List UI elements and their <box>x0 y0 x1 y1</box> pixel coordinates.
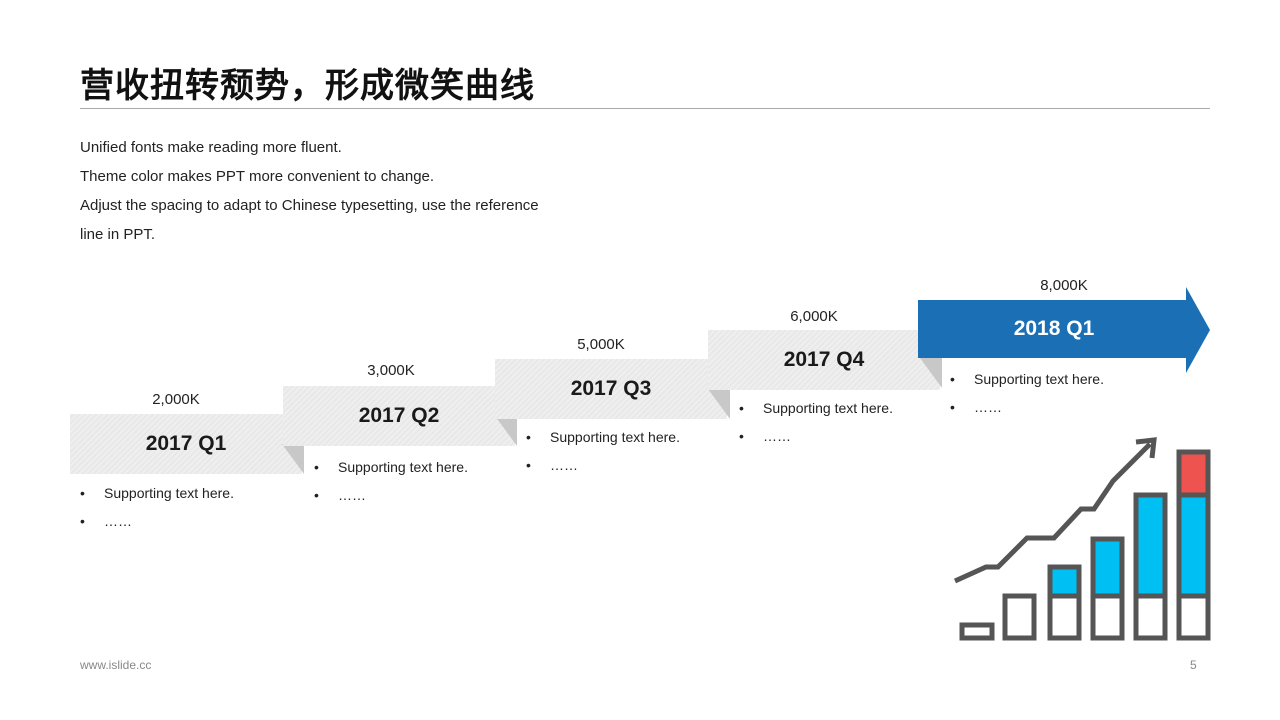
bullet-item: Supporting text here. <box>950 365 1104 393</box>
bullet-item: …… <box>80 507 234 535</box>
step-bullets-2017-q1: Supporting text here. …… <box>80 479 234 535</box>
step-band-2018-q1: 2018 Q1 <box>1013 317 1095 340</box>
step-band-2017-q3: 2017 Q3 <box>495 359 727 419</box>
step-bullets-2017-q2: Supporting text here. …… <box>314 453 468 509</box>
fold-corner <box>495 416 517 446</box>
intro-line: Theme color makes PPT more convenient to… <box>80 168 435 185</box>
intro-line: Adjust the spacing to adapt to Chinese t… <box>80 197 539 214</box>
page-number: 5 <box>1190 658 1197 672</box>
step-value-2017-q1: 2,000K <box>152 391 200 408</box>
footer-url: www.islide.cc <box>80 658 152 672</box>
step-band-2017-q2: 2017 Q2 <box>283 386 515 446</box>
bullet-item: …… <box>526 451 680 479</box>
intro-text: Unified fonts make reading more fluent. … <box>80 133 600 249</box>
bullet-item: Supporting text here. <box>526 423 680 451</box>
bullet-item: Supporting text here. <box>739 394 893 422</box>
step-bullets-2017-q4: Supporting text here. …… <box>739 394 893 450</box>
step-value-2017-q2: 3,000K <box>367 362 415 379</box>
intro-line: line in PPT. <box>80 226 156 243</box>
fold-corner <box>282 444 304 474</box>
bullet-item: …… <box>950 393 1104 421</box>
step-bullets-2017-q3: Supporting text here. …… <box>526 423 680 479</box>
step-value-2017-q3: 5,000K <box>577 336 625 353</box>
growth-bar-chart-icon <box>953 437 1211 641</box>
title-rule <box>80 108 1210 109</box>
step-bullets-2018-q1: Supporting text here. …… <box>950 365 1104 421</box>
bullet-item: …… <box>739 422 893 450</box>
page-title: 营收扭转颓势，形成微笑曲线 <box>80 66 535 106</box>
fold-corner <box>708 389 730 419</box>
step-value-2017-q4: 6,000K <box>790 308 838 325</box>
bullet-item: Supporting text here. <box>80 479 234 507</box>
step-band-2017-q4: 2017 Q4 <box>708 330 940 390</box>
bullet-item: Supporting text here. <box>314 453 468 481</box>
step-band-2017-q1: 2017 Q1 <box>70 414 302 474</box>
intro-line: Unified fonts make reading more fluent. <box>80 139 342 156</box>
bullet-item: …… <box>314 481 468 509</box>
